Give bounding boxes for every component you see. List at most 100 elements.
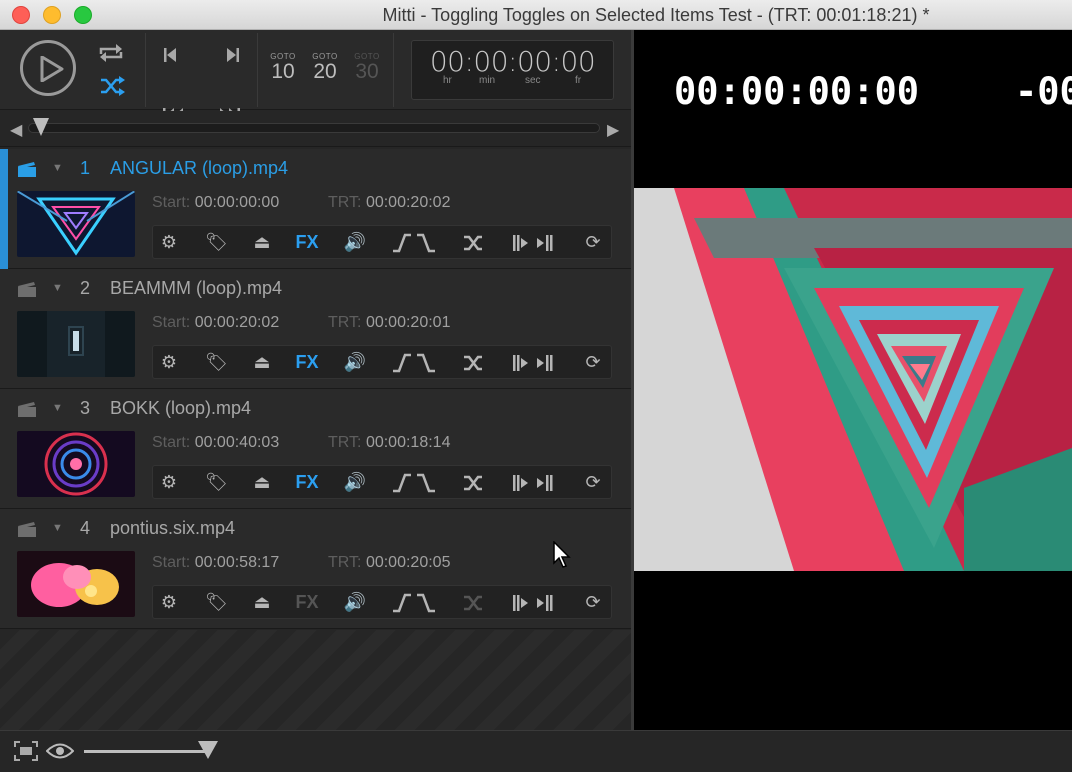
playlist-item[interactable]: ▼ 1 ANGULAR (loop).mp4 Start: 00:00:00:0… — [0, 149, 631, 269]
elapsed-timecode: 00:00:00:00 — [674, 70, 920, 113]
gear-icon[interactable]: ⚙ — [159, 592, 179, 614]
eject-icon[interactable]: ⏏ — [252, 352, 272, 374]
item-name[interactable]: BEAMMM (loop).mp4 — [110, 278, 282, 299]
jump-points-icon[interactable] — [511, 592, 557, 614]
tag-icon[interactable]: 🏷 — [205, 592, 228, 614]
playlist-item[interactable]: ▼ 2 BEAMMM (loop).mp4 Start: 00:00:20:02… — [0, 269, 631, 389]
loop-refresh-icon[interactable]: ⟳ — [582, 232, 604, 254]
loop-refresh-icon[interactable]: ⟳ — [582, 592, 604, 614]
playlist-empty-area[interactable] — [0, 630, 631, 730]
bottom-bar — [0, 730, 1072, 772]
fullscreen-icon[interactable] — [14, 741, 38, 761]
audio-icon[interactable]: 🔊 — [343, 232, 367, 254]
thumbnail-beammm — [17, 311, 135, 377]
loop-refresh-icon[interactable]: ⟳ — [582, 352, 604, 374]
tag-icon[interactable]: 🏷 — [205, 232, 228, 254]
item-index: 2 — [80, 278, 91, 298]
jump-points-icon[interactable] — [511, 232, 557, 254]
goto-20-button[interactable]: GOTO 20 — [308, 52, 342, 83]
item-times: Start: 00:00:58:17 TRT: 00:00:20:05 — [152, 554, 451, 571]
tc-unit-sec: sec — [525, 75, 541, 86]
shuffle-icon[interactable] — [463, 472, 485, 494]
scrubber: ◀ ▶ — [0, 111, 631, 147]
timecode-display: 00:00:00:00 hr min sec fr — [411, 40, 614, 100]
goto-30-button[interactable]: GOTO 30 — [350, 52, 384, 83]
item-index: 4 — [80, 518, 91, 538]
video-preview: 00:00:00:00 -00 — [634, 30, 1072, 730]
eject-icon[interactable]: ⏏ — [252, 232, 272, 254]
separator — [145, 33, 146, 107]
item-times: Start: 00:00:00:00 TRT: 00:00:20:02 — [152, 194, 451, 211]
item-times: Start: 00:00:40:03 TRT: 00:00:18:14 — [152, 434, 451, 451]
loop-icon[interactable] — [98, 43, 124, 63]
playlist-item[interactable]: ▼ 4 pontius.six.mp4 Start: 00:00:58:17 T… — [0, 509, 631, 629]
play-icon — [40, 56, 64, 82]
audio-icon[interactable]: 🔊 — [343, 472, 367, 494]
shuffle-icon[interactable] — [463, 232, 485, 254]
video-frame — [634, 188, 1072, 571]
scrub-right-arrow-icon[interactable]: ▶ — [607, 120, 619, 140]
scrub-playhead[interactable] — [33, 118, 49, 136]
timecode-value: 00:00:00:00 — [429, 45, 596, 78]
disclosure-triangle-icon[interactable]: ▼ — [52, 162, 63, 174]
fade-in-out-icon[interactable] — [391, 592, 437, 614]
thumbnail-angular — [17, 191, 135, 257]
fx-toggle[interactable]: FX — [295, 472, 319, 494]
eject-icon[interactable]: ⏏ — [252, 592, 272, 614]
clapboard-icon — [18, 162, 36, 177]
jump-points-icon[interactable] — [511, 472, 557, 494]
audio-icon[interactable]: 🔊 — [343, 352, 367, 374]
eject-icon[interactable]: ⏏ — [252, 472, 272, 494]
fx-toggle[interactable]: FX — [295, 592, 319, 614]
next-cue-icon[interactable] — [226, 47, 240, 63]
fx-toggle[interactable]: FX — [295, 232, 319, 254]
remaining-timecode: -00 — [1015, 70, 1072, 113]
item-name[interactable]: ANGULAR (loop).mp4 — [110, 158, 288, 179]
playlist-item[interactable]: ▼ 3 BOKK (loop).mp4 Start: 00:00:40:03 T… — [0, 389, 631, 509]
gear-icon[interactable]: ⚙ — [159, 352, 179, 374]
gear-icon[interactable]: ⚙ — [159, 472, 179, 494]
shuffle-icon[interactable] — [463, 352, 485, 374]
item-times: Start: 00:00:20:02 TRT: 00:00:20:01 — [152, 314, 451, 331]
opacity-slider-thumb[interactable] — [198, 741, 218, 759]
fade-in-out-icon[interactable] — [391, 472, 437, 494]
tag-icon[interactable]: 🏷 — [205, 352, 228, 374]
disclosure-triangle-icon[interactable]: ▼ — [52, 282, 63, 294]
item-index: 3 — [80, 398, 91, 418]
item-toolbar: ⚙ 🏷 ⏏ FX 🔊 ⟳ — [152, 225, 612, 259]
title-bar: Mitti - Toggling Toggles on Selected Ite… — [0, 0, 1072, 30]
scrub-track[interactable] — [28, 123, 600, 133]
tag-icon[interactable]: 🏷 — [205, 472, 228, 494]
window-title: Mitti - Toggling Toggles on Selected Ite… — [382, 5, 930, 25]
audio-icon[interactable]: 🔊 — [343, 592, 367, 614]
disclosure-triangle-icon[interactable]: ▼ — [52, 402, 63, 414]
shuffle-icon[interactable] — [99, 76, 125, 96]
item-toolbar: ⚙ 🏷 ⏏ FX 🔊 ⟳ — [152, 345, 612, 379]
opacity-slider-track[interactable] — [84, 750, 208, 753]
item-name[interactable]: BOKK (loop).mp4 — [110, 398, 251, 419]
scrub-left-arrow-icon[interactable]: ◀ — [10, 120, 22, 140]
tc-unit-hr: hr — [443, 75, 452, 86]
separator — [393, 33, 394, 107]
playlist-panel: GOTO 10 GOTO 20 GOTO 30 00:00:00:00 hr m… — [0, 30, 631, 730]
play-button[interactable] — [20, 40, 76, 96]
eye-icon[interactable] — [46, 742, 74, 760]
goto-10-button[interactable]: GOTO 10 — [266, 52, 300, 83]
disclosure-triangle-icon[interactable]: ▼ — [52, 522, 63, 534]
gear-icon[interactable]: ⚙ — [159, 232, 179, 254]
item-name[interactable]: pontius.six.mp4 — [110, 518, 235, 539]
item-toolbar: ⚙ 🏷 ⏏ FX 🔊 ⟳ — [152, 465, 612, 499]
mouse-cursor-icon — [553, 541, 571, 568]
fade-in-out-icon[interactable] — [391, 352, 437, 374]
clapboard-icon — [18, 402, 36, 417]
item-toolbar: ⚙ 🏷 ⏏ FX 🔊 ⟳ — [152, 585, 612, 619]
tc-unit-fr: fr — [575, 75, 582, 86]
fx-toggle[interactable]: FX — [295, 352, 319, 374]
jump-points-icon[interactable] — [511, 352, 557, 374]
separator — [257, 33, 258, 107]
shuffle-icon[interactable] — [463, 592, 485, 614]
thumbnail-pontius — [17, 551, 135, 617]
previous-cue-icon[interactable] — [163, 47, 177, 63]
loop-refresh-icon[interactable]: ⟳ — [582, 472, 604, 494]
fade-in-out-icon[interactable] — [391, 232, 437, 254]
